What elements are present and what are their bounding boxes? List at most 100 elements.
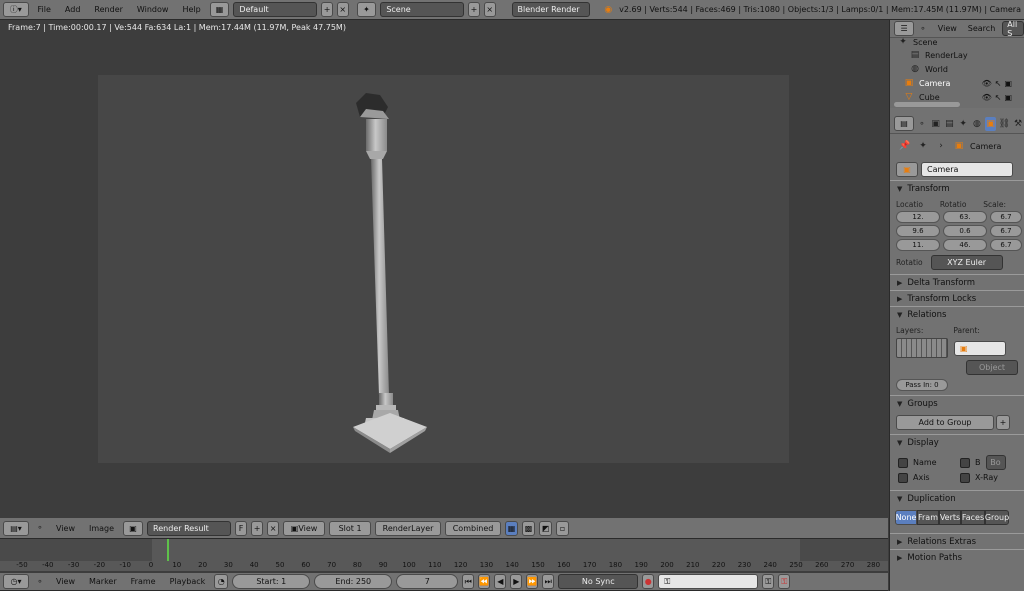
transform-locks-panel-header[interactable]: ▶ Transform Locks xyxy=(890,290,1024,306)
bounds-type-select[interactable]: Bo xyxy=(985,455,1006,470)
delta-transform-panel-header[interactable]: ▶ Delta Transform xyxy=(890,274,1024,290)
render-engine-select[interactable]: Blender Render xyxy=(511,2,590,17)
modifiers-tab-icon[interactable]: ⚒ xyxy=(1012,117,1024,131)
add-scene-icon[interactable]: + xyxy=(468,2,480,17)
rotation-y-field[interactable]: 0.6 xyxy=(943,225,987,237)
menu-frame[interactable]: Frame xyxy=(126,577,161,586)
dup-group-button[interactable]: Group xyxy=(985,510,1009,525)
scene-icon[interactable]: ✦ xyxy=(356,2,377,17)
visibility-eye-icon[interactable]: 👁 xyxy=(982,79,992,88)
scale-y-field[interactable]: 6.7 xyxy=(990,225,1022,237)
relations-panel-header[interactable]: ▼ Relations xyxy=(890,306,1024,322)
layout-field[interactable]: Default xyxy=(233,2,318,17)
rotation-mode-select[interactable]: XYZ Euler xyxy=(930,255,1003,270)
outliner-item-scene[interactable]: ✦ Scene xyxy=(896,36,937,48)
transform-panel-header[interactable]: ▼ Transform xyxy=(890,180,1024,196)
rotation-x-field[interactable]: 63. xyxy=(943,211,987,223)
record-icon[interactable]: ● xyxy=(642,574,655,589)
dup-none-button[interactable]: None xyxy=(895,510,917,525)
menu-playback[interactable]: Playback xyxy=(165,577,211,586)
alpha-icon[interactable]: ▩ xyxy=(522,520,536,536)
timeline-editor-type-button[interactable]: ◷▾ xyxy=(3,574,29,589)
editor-type-button[interactable]: ▤▾ xyxy=(3,520,29,536)
motion-paths-panel-header[interactable]: ▶ Motion Paths xyxy=(890,549,1024,565)
outliner-item-world[interactable]: ◍ World xyxy=(908,62,948,76)
current-frame-marker[interactable] xyxy=(167,539,169,561)
groups-panel-header[interactable]: ▼ Groups xyxy=(890,395,1024,411)
jump-key-forward-icon[interactable]: ⏩ xyxy=(526,574,539,589)
menu-view[interactable]: View xyxy=(51,524,80,533)
render-camera-icon[interactable]: ▣ xyxy=(1004,79,1012,88)
display-channels-icon[interactable]: ▦ xyxy=(505,520,519,536)
menu-render[interactable]: Render xyxy=(89,5,127,14)
name-checkbox[interactable] xyxy=(898,457,908,468)
constraints-tab-icon[interactable]: ⛓ xyxy=(998,117,1010,131)
jump-end-icon[interactable]: ⏭ xyxy=(542,574,555,589)
menu-view[interactable]: View xyxy=(51,577,80,586)
outliner-scrollbar[interactable] xyxy=(894,102,960,107)
renderlayer-select[interactable]: RenderLayer xyxy=(375,520,442,536)
timeline-area[interactable]: -50 -40 -30 -20 -10 0 10 20 30 40 50 60 70 80 90 100 110… xyxy=(0,539,888,571)
select-cursor-icon[interactable]: ↖ xyxy=(995,93,1002,102)
scale-z-field[interactable]: 6.7 xyxy=(990,239,1022,251)
outliner-display-select[interactable]: All S xyxy=(1002,20,1024,38)
display-panel-header[interactable]: ▼ Display xyxy=(890,434,1024,450)
properties-editor-type-button[interactable]: ▤ xyxy=(894,116,915,131)
preview-range-icon[interactable]: ◔ xyxy=(214,574,229,589)
info-editor-type-button[interactable]: ⓘ▾ xyxy=(3,2,29,17)
scale-x-field[interactable]: 6.7 xyxy=(990,211,1022,223)
layers-grid[interactable] xyxy=(896,338,948,358)
scene-field[interactable]: Scene xyxy=(380,2,465,17)
slot-select[interactable]: Slot 1 xyxy=(329,520,372,536)
end-frame-field[interactable]: End: 250 xyxy=(314,574,393,589)
image-browse-icon[interactable]: ▣ xyxy=(123,520,144,536)
jump-key-back-icon[interactable]: ⏪ xyxy=(478,574,491,589)
relations-extras-panel-header[interactable]: ▶ Relations Extras xyxy=(890,533,1024,549)
axis-checkbox[interactable] xyxy=(898,472,908,483)
toggle-icon[interactable]: ∘ xyxy=(33,521,47,535)
location-y-field[interactable]: 9.6 xyxy=(896,225,940,237)
outliner-view-menu[interactable]: View xyxy=(938,24,957,33)
renderlayers-tab-icon[interactable]: ▤ xyxy=(944,117,956,131)
toggle-icon[interactable]: ∘ xyxy=(917,22,929,36)
dup-faces-button[interactable]: Faces xyxy=(961,510,985,525)
unlink-image-icon[interactable]: × xyxy=(267,520,280,536)
jump-start-icon[interactable]: ⏮ xyxy=(462,574,475,589)
play-icon[interactable]: ▶ xyxy=(510,574,523,589)
remove-scene-icon[interactable]: × xyxy=(483,2,496,17)
outliner-search-menu[interactable]: Search xyxy=(968,24,995,33)
world-tab-icon[interactable]: ◍ xyxy=(971,117,983,131)
menu-file[interactable]: File xyxy=(33,5,56,14)
insert-keyframe-icon[interactable]: ⚿ xyxy=(762,574,775,589)
image-editor-area[interactable]: Frame:7 | Time:00:00.17 | Ve:544 Fa:634 … xyxy=(0,20,888,518)
play-reverse-icon[interactable]: ◀ xyxy=(494,574,507,589)
add-group-icon[interactable]: + xyxy=(996,415,1010,430)
duplication-panel-header[interactable]: ▼ Duplication xyxy=(890,490,1024,506)
pass-index-field[interactable]: Pass In: 0 xyxy=(896,379,948,391)
render-camera-icon[interactable]: ▣ xyxy=(1004,93,1012,102)
location-z-field[interactable]: 11. xyxy=(896,239,940,251)
parent-type-select[interactable]: Object xyxy=(966,360,1018,375)
visibility-eye-icon[interactable]: 👁 xyxy=(982,93,992,102)
object-tab-icon[interactable]: ▣ xyxy=(984,116,997,131)
object-type-icon[interactable]: ▣ xyxy=(896,161,918,177)
current-frame-field[interactable]: 7 xyxy=(396,574,459,589)
parent-field[interactable]: ▣ xyxy=(954,340,1006,356)
fake-user-button[interactable]: F xyxy=(235,520,248,536)
render-result-field[interactable]: Render Result xyxy=(147,520,232,536)
z-buffer-icon[interactable]: ◩ xyxy=(539,520,553,536)
add-to-group-button[interactable]: Add to Group xyxy=(896,415,994,430)
pin-image-icon[interactable]: ▫ xyxy=(556,520,570,536)
pin-icon[interactable]: 📌 xyxy=(898,139,912,153)
remove-layout-icon[interactable]: × xyxy=(336,2,349,17)
dup-verts-button[interactable]: Verts xyxy=(939,510,961,525)
menu-help[interactable]: Help xyxy=(177,5,205,14)
combined-select[interactable]: Combined xyxy=(445,520,502,536)
layout-icon[interactable]: ▦ xyxy=(209,2,230,17)
menu-window[interactable]: Window xyxy=(132,5,174,14)
render-tab-icon[interactable]: ▣ xyxy=(930,117,942,131)
start-frame-field[interactable]: Start: 1 xyxy=(232,574,311,589)
outliner-item-camera[interactable]: ▣ Camera 👁 ↖ ▣ xyxy=(902,76,1012,90)
scene-tab-icon[interactable]: ✦ xyxy=(957,117,969,131)
bounds-checkbox[interactable] xyxy=(960,457,970,468)
